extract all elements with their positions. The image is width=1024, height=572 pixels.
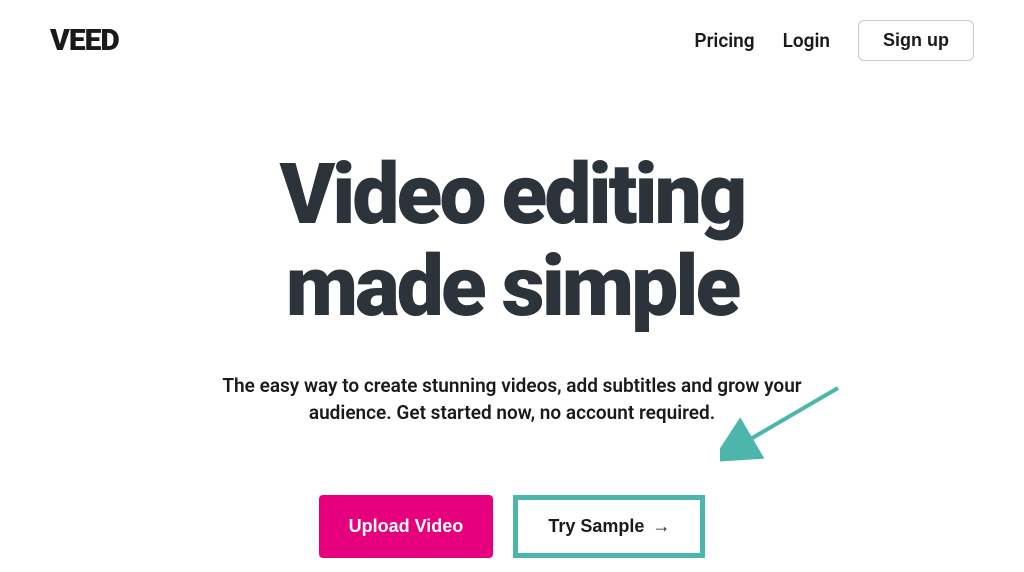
try-sample-button[interactable]: Try Sample → xyxy=(513,495,705,558)
logo[interactable]: VEED xyxy=(50,23,119,58)
upload-video-button[interactable]: Upload Video xyxy=(319,495,494,558)
hero-section: Video editing made simple The easy way t… xyxy=(0,149,1024,558)
hero-title-line1: Video editing xyxy=(280,145,745,244)
login-link[interactable]: Login xyxy=(783,29,830,52)
hero-title-line2: made simple xyxy=(286,237,739,336)
header: VEED Pricing Login Sign up xyxy=(0,0,1024,61)
try-sample-label: Try Sample xyxy=(548,516,644,537)
hero-subtitle: The easy way to create stunning videos, … xyxy=(207,372,817,427)
nav-right: Pricing Login Sign up xyxy=(694,20,974,61)
pricing-link[interactable]: Pricing xyxy=(694,29,754,52)
arrow-right-icon: → xyxy=(652,516,670,537)
signup-button[interactable]: Sign up xyxy=(858,20,974,61)
hero-title: Video editing made simple xyxy=(0,149,1024,334)
cta-row: Upload Video Try Sample → xyxy=(0,495,1024,558)
